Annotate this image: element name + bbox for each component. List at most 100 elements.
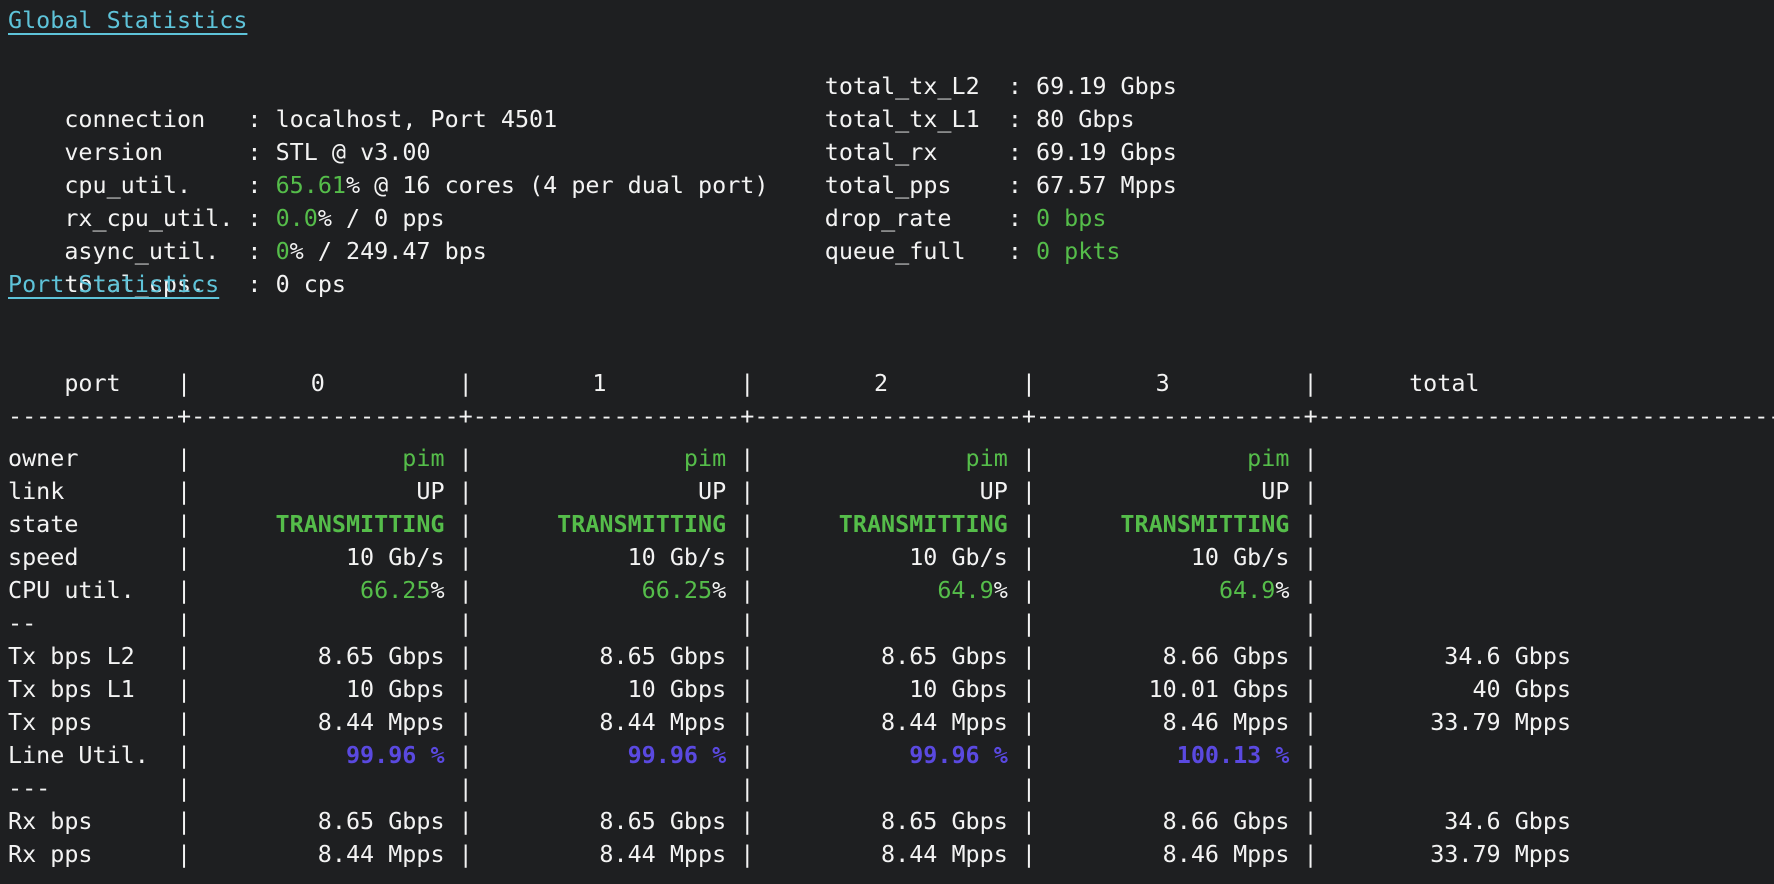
column-divider: |	[1303, 706, 1317, 739]
cell-value: TRANSMITTING	[276, 510, 445, 538]
cell-value: 40 Gbps	[1472, 675, 1571, 703]
column-divider: |	[1022, 805, 1036, 838]
port-cell: 64.9%	[754, 574, 1007, 607]
column-divider: |	[1303, 772, 1317, 805]
port-cell	[473, 607, 726, 640]
port-cell: TRANSMITTING	[473, 508, 726, 541]
column-divider: |	[740, 508, 754, 541]
global-stat-right: total_pps: 67.57 Mpps	[825, 169, 1177, 202]
row-label: Tx pps	[8, 706, 177, 739]
port-cell: 8.44 Mpps	[754, 706, 1007, 739]
stat-value-green: 0 bps	[1036, 204, 1106, 232]
cell-value: TRANSMITTING	[557, 510, 726, 538]
column-divider: |	[459, 838, 473, 871]
row-label: state	[8, 508, 177, 541]
cell-value: 8.46 Mpps	[1163, 840, 1290, 868]
total-cell	[1318, 772, 1571, 805]
port-cell: 8.66 Gbps	[1036, 805, 1289, 838]
cell-value: 8.44 Mpps	[599, 708, 726, 736]
port-cell: UP	[473, 475, 726, 508]
port-table-rows: owner|pim|pim|pim|pim|link|UP|UP|UP|UP|s…	[8, 442, 1774, 871]
stat-value: 69.19 Gbps	[1036, 138, 1177, 166]
cell-value: 10 Gbps	[628, 675, 727, 703]
row-label: speed	[8, 541, 177, 574]
column-divider: |	[177, 772, 191, 805]
cpu-value: 64.9	[937, 576, 993, 604]
row-label: --	[8, 607, 177, 640]
total-cell	[1318, 508, 1571, 541]
column-header-2: 2	[754, 367, 1007, 400]
cell-value: UP	[416, 477, 444, 505]
column-divider: |	[1022, 640, 1036, 673]
stat-value: 69.19 Gbps	[1036, 72, 1177, 100]
table-separator: ------------+-------------------+-------…	[8, 400, 1774, 433]
port-cell: 8.66 Gbps	[1036, 640, 1289, 673]
port-cell: 10 Gb/s	[191, 541, 444, 574]
table-row: speed|10 Gb/s|10 Gb/s|10 Gb/s|10 Gb/s|	[8, 541, 1774, 574]
stat-value: 67.57 Mpps	[1036, 171, 1177, 199]
cell-value: 8.46 Mpps	[1163, 708, 1290, 736]
column-divider: |	[740, 772, 754, 805]
table-header-row: port|0|1|2|3|total	[8, 367, 1774, 400]
cell-value: TRANSMITTING	[839, 510, 1008, 538]
column-divider: |	[459, 541, 473, 574]
port-cell: UP	[1036, 475, 1289, 508]
global-stat-right: total_tx_L2: 69.19 Gbps	[825, 70, 1177, 103]
column-divider: |	[1022, 541, 1036, 574]
column-divider: |	[740, 541, 754, 574]
column-divider: |	[1022, 442, 1036, 475]
global-stat-line: cpu_util.: 65.61% @ 16 cores (4 per dual…	[8, 136, 1774, 169]
cell-value: 8.44 Mpps	[318, 840, 445, 868]
global-stat-right: drop_rate: 0 bps	[825, 202, 1107, 235]
port-cell: pim	[473, 442, 726, 475]
total-cell	[1318, 574, 1571, 607]
row-label: Tx bps L2	[8, 640, 177, 673]
port-cell: 8.44 Mpps	[473, 838, 726, 871]
column-divider: |	[740, 706, 754, 739]
column-divider: |	[1303, 805, 1317, 838]
column-divider: |	[1022, 508, 1036, 541]
table-row: Rx bps|8.65 Gbps|8.65 Gbps|8.65 Gbps|8.6…	[8, 805, 1774, 838]
port-cell: 8.44 Mpps	[191, 838, 444, 871]
cell-value: 8.44 Mpps	[318, 708, 445, 736]
colon: :	[1008, 105, 1036, 133]
port-cell: pim	[191, 442, 444, 475]
cell-value: 10 Gb/s	[628, 543, 727, 571]
global-stat-line: version: STL @ v3.00 total_tx_L1: 80 Gbp…	[8, 103, 1774, 136]
total-cell	[1318, 442, 1571, 475]
cpu-unit: %	[994, 576, 1008, 604]
row-label: owner	[8, 442, 177, 475]
cell-value: 8.65 Gbps	[318, 642, 445, 670]
table-row: Tx pps|8.44 Mpps|8.44 Mpps|8.44 Mpps|8.4…	[8, 706, 1774, 739]
cell-value: 8.44 Mpps	[881, 840, 1008, 868]
column-divider: |	[177, 706, 191, 739]
column-divider: |	[459, 772, 473, 805]
column-divider: |	[740, 442, 754, 475]
port-cell	[1036, 607, 1289, 640]
column-divider: |	[459, 574, 473, 607]
column-divider: |	[740, 367, 754, 400]
total-cell	[1318, 541, 1571, 574]
total-cell: 33.79 Mpps	[1318, 706, 1571, 739]
table-row: Tx bps L2|8.65 Gbps|8.65 Gbps|8.65 Gbps|…	[8, 640, 1774, 673]
column-divider: |	[1022, 607, 1036, 640]
cell-value: 34.6 Gbps	[1444, 642, 1571, 670]
stat-label: total_tx_L1	[825, 103, 1008, 136]
total-cell: 34.6 Gbps	[1318, 640, 1571, 673]
cell-value: pim	[1247, 444, 1289, 472]
stat-label: total_pps	[825, 169, 1008, 202]
column-divider: |	[177, 838, 191, 871]
cell-value: 10 Gb/s	[346, 543, 445, 571]
port-cell: 10 Gbps	[473, 673, 726, 706]
cell-value: 8.65 Gbps	[599, 807, 726, 835]
table-row: Line Util.|99.96 %|99.96 %|99.96 %|100.1…	[8, 739, 1774, 772]
row-label: Line Util.	[8, 739, 177, 772]
column-divider: |	[1022, 574, 1036, 607]
column-divider: |	[459, 706, 473, 739]
port-cell: UP	[191, 475, 444, 508]
port-cell: 10 Gb/s	[473, 541, 726, 574]
column-divider: |	[177, 673, 191, 706]
column-divider: |	[1303, 508, 1317, 541]
column-divider: |	[459, 475, 473, 508]
global-stat-line: async_util.: 0% / 249.47 bps drop_rate: …	[8, 202, 1774, 235]
